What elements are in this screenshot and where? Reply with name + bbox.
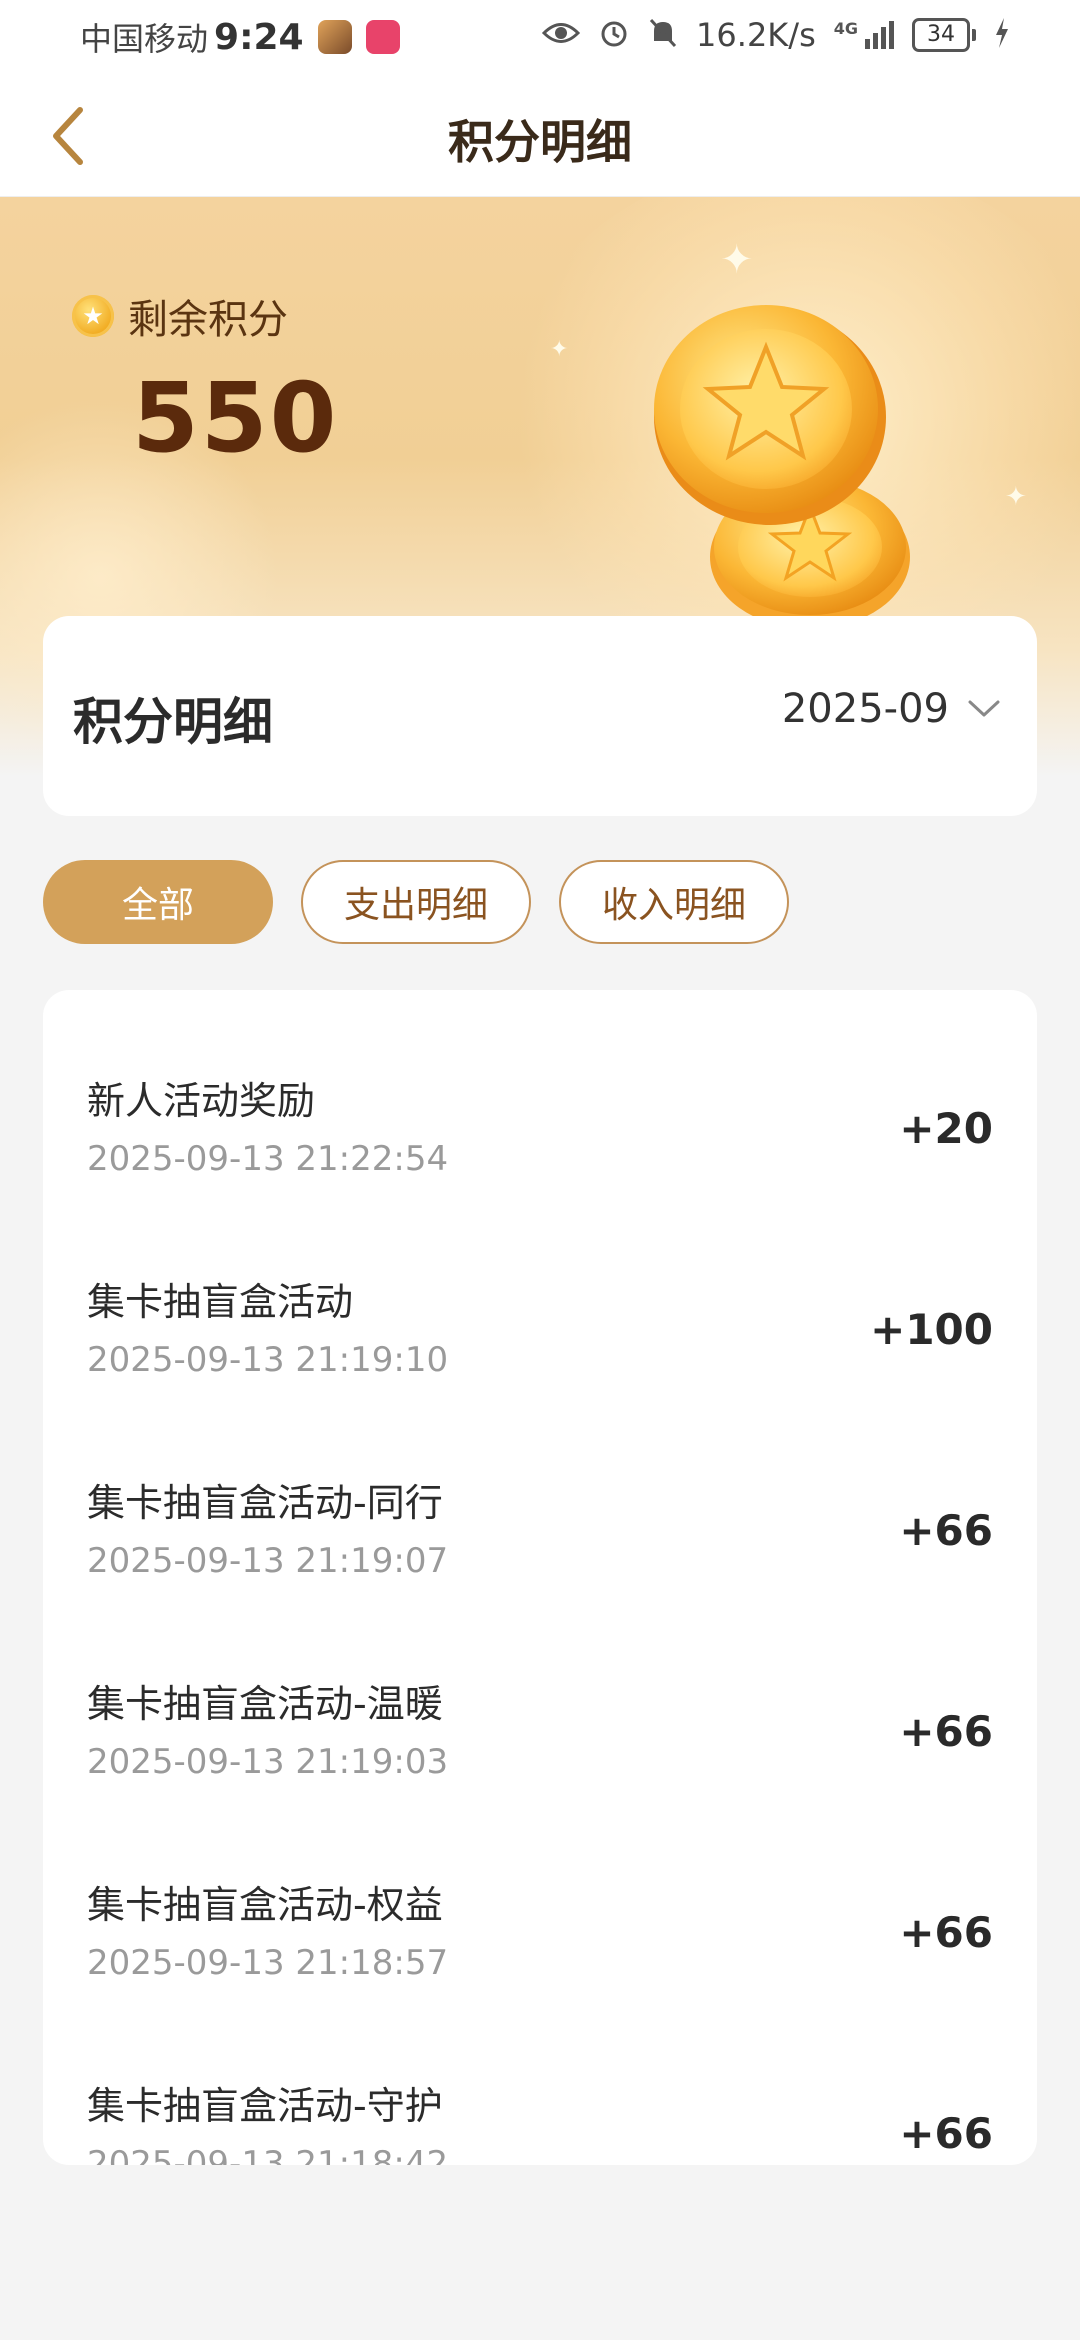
net-speed: 16.2K/s	[696, 16, 816, 54]
detail-header-card: 积分明细 2025-09	[43, 616, 1037, 816]
record-time: 2025-09-13 21:19:07	[87, 1541, 449, 1581]
points-label: ★ 剩余积分	[72, 287, 288, 345]
record-amount: +66	[899, 1707, 993, 1756]
battery-level: 34	[912, 18, 970, 52]
sparkle-icon: ✦	[550, 337, 569, 362]
network-type-label: 4G	[833, 19, 858, 38]
list-item[interactable]: 集卡抽盲盒活动-守护 2025-09-13 21:18:42 +66	[43, 1995, 1037, 2165]
notification-app-icon	[365, 20, 400, 54]
record-title: 集卡抽盲盒活动-守护	[87, 2084, 443, 2128]
record-time: 2025-09-13 21:19:03	[87, 1742, 449, 1782]
coin-icon: ★	[72, 295, 114, 337]
record-amount: +66	[899, 1506, 993, 1555]
month-selector[interactable]: 2025-09	[782, 686, 1001, 732]
record-title: 集卡抽盲盒活动-同行	[87, 1481, 443, 1525]
record-amount: +20	[899, 1104, 993, 1153]
screen: 中国移动 9:24 16.2K/s 4G 34 积分明细 ★ 剩余积分 550 …	[0, 0, 1080, 2340]
notification-app-icon	[317, 20, 352, 54]
record-amount: +66	[899, 1908, 993, 1957]
sparkle-icon: ✦	[720, 237, 754, 283]
record-amount: +66	[899, 2109, 993, 2158]
carrier-name: 中国移动	[80, 20, 209, 58]
list-item[interactable]: 集卡抽盲盒活动-同行 2025-09-13 21:19:07 +66	[43, 1392, 1037, 1593]
signal-icon: 4G	[834, 21, 894, 49]
eye-icon	[541, 19, 581, 51]
tab-expense[interactable]: 支出明细	[301, 860, 531, 944]
record-time: 2025-09-13 21:18:57	[87, 1943, 449, 1983]
record-time: 2025-09-13 21:22:54	[87, 1139, 449, 1179]
tab-income[interactable]: 收入明细	[559, 860, 789, 944]
clock: 9:24	[214, 16, 304, 58]
record-title: 集卡抽盲盒活动-温暖	[87, 1682, 443, 1726]
points-label-text: 剩余积分	[128, 297, 288, 343]
nav-bar: 积分明细	[0, 76, 1080, 197]
records-list: 新人活动奖励 2025-09-13 21:22:54 +20 集卡抽盲盒活动 2…	[43, 990, 1037, 2165]
filter-tabs: 全部 支出明细 收入明细	[43, 860, 789, 944]
month-value: 2025-09	[781, 686, 949, 732]
list-item[interactable]: 集卡抽盲盒活动-权益 2025-09-13 21:18:57 +66	[43, 1794, 1037, 1995]
alarm-icon	[598, 17, 630, 54]
sparkle-icon: ✦	[1005, 482, 1027, 512]
record-time: 2025-09-13 21:19:10	[87, 1340, 449, 1380]
list-item[interactable]: 新人活动奖励 2025-09-13 21:22:54 +20	[43, 990, 1037, 1191]
status-bar: 中国移动 9:24 16.2K/s 4G 34	[0, 0, 1080, 76]
record-amount: +100	[870, 1305, 993, 1354]
record-time: 2025-09-13 21:18:42	[87, 2144, 449, 2165]
record-title: 集卡抽盲盒活动	[87, 1280, 354, 1324]
list-item[interactable]: 集卡抽盲盒活动 2025-09-13 21:19:10 +100	[43, 1191, 1037, 1392]
points-balance: 550	[132, 362, 339, 474]
coins-illustration	[654, 305, 910, 617]
chevron-down-icon	[968, 700, 1000, 717]
mute-icon	[648, 17, 678, 54]
status-left: 中国移动 9:24	[80, 14, 400, 60]
tab-all[interactable]: 全部	[43, 860, 273, 944]
battery-icon: 34	[912, 18, 976, 52]
charging-icon	[994, 17, 1010, 53]
record-title: 集卡抽盲盒活动-权益	[87, 1883, 443, 1927]
list-item[interactable]: 集卡抽盲盒活动-温暖 2025-09-13 21:19:03 +66	[43, 1593, 1037, 1794]
page-title: 积分明细	[448, 115, 632, 169]
detail-section-title: 积分明细	[73, 693, 273, 751]
record-title: 新人活动奖励	[87, 1079, 316, 1123]
status-right: 16.2K/s 4G 34	[541, 16, 1010, 54]
